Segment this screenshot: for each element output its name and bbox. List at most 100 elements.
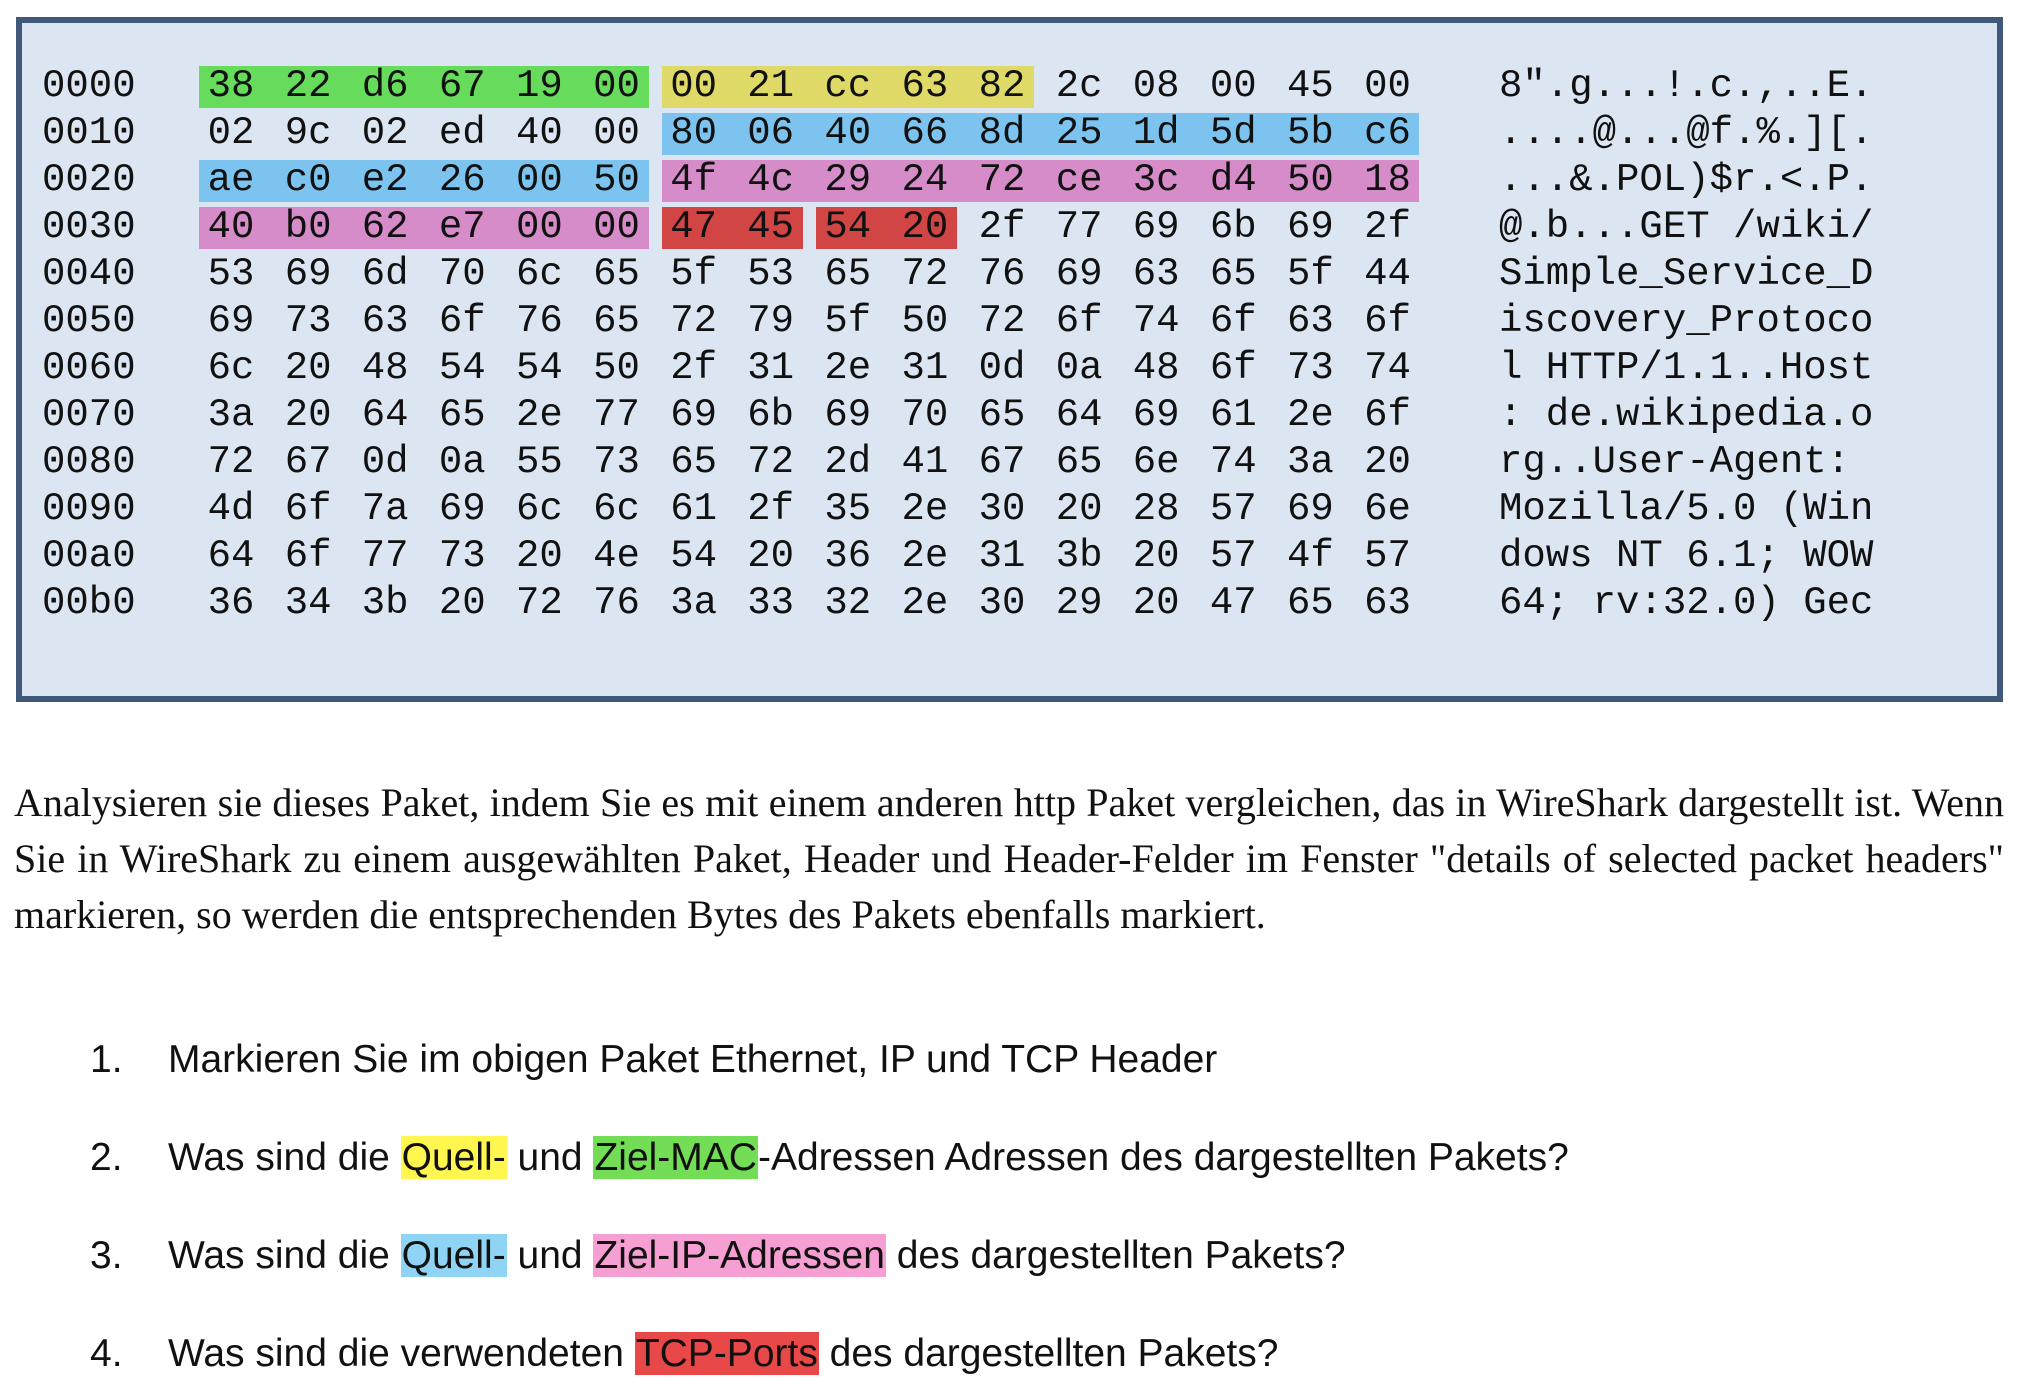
hex-byte: 2e xyxy=(901,487,949,531)
hex-byte: 2d xyxy=(824,440,872,484)
hex-byte: 69 xyxy=(1055,252,1103,296)
hex-byte: 6c xyxy=(593,487,640,531)
hex-byte: 2e xyxy=(901,534,949,578)
hex-dump-panel: 0000 38 22 d6 67 19 00 00 21 cc 63 82 2c 08 00 45 00 8".g… xyxy=(16,17,2003,702)
hex-byte: 65 xyxy=(670,440,717,484)
hex-byte: 6b xyxy=(747,393,795,437)
hex-byte: 69 xyxy=(1286,487,1334,531)
hex-ascii: iscovery_Protoco xyxy=(1499,299,1874,343)
question-text: Was sind die Quell- und Ziel-MAC-Adresse… xyxy=(168,1128,1569,1188)
hex-byte: 6c xyxy=(207,346,255,390)
highlighted-term-green: Ziel-MAC xyxy=(593,1136,758,1179)
hex-ascii: ...&.POL)$r.<.P. xyxy=(1499,158,1874,202)
hex-byte: 6f xyxy=(1209,299,1257,343)
hex-byte: 8d xyxy=(978,111,1026,155)
question-number: 3. xyxy=(90,1234,123,1277)
question-text-segment: des dargestellten Pakets? xyxy=(818,1332,1279,1375)
hex-byte: 3a xyxy=(207,393,255,437)
hex-byte: 69 xyxy=(1286,205,1334,249)
hex-byte: 36 xyxy=(207,581,255,625)
hex-byte: 63 xyxy=(1132,252,1180,296)
hex-byte: 40 xyxy=(824,111,872,155)
hex-offset: 0020 xyxy=(42,158,136,202)
hex-byte: 4c xyxy=(747,158,795,202)
hex-byte: 72 xyxy=(901,252,949,296)
hex-byte: 25 xyxy=(1055,111,1103,155)
hex-byte: 77 xyxy=(361,534,409,578)
hex-byte: 31 xyxy=(747,346,795,390)
hex-byte: 00 xyxy=(593,64,640,108)
hex-byte: 65 xyxy=(978,393,1026,437)
hex-byte: 35 xyxy=(824,487,872,531)
hex-byte: 6f xyxy=(438,299,486,343)
highlighted-term-pink: Ziel-IP-Adressen xyxy=(593,1234,886,1277)
hex-byte: 5d xyxy=(1209,111,1257,155)
hex-byte: 74 xyxy=(1209,440,1257,484)
hex-byte: 72 xyxy=(978,158,1026,202)
hex-byte: 80 xyxy=(670,111,717,155)
hex-byte: 41 xyxy=(901,440,949,484)
hex-byte: 2e xyxy=(515,393,563,437)
hex-byte: 48 xyxy=(361,346,409,390)
hex-byte: 2f xyxy=(670,346,717,390)
hex-ascii: : de.wikipedia.o xyxy=(1499,393,1874,437)
hex-byte: 18 xyxy=(1364,158,1411,202)
hex-byte: 20 xyxy=(1132,581,1180,625)
hex-byte: 20 xyxy=(284,346,332,390)
hex-byte: cc xyxy=(824,64,872,108)
hex-byte: 47 xyxy=(670,205,717,249)
hex-byte: 6f xyxy=(284,487,332,531)
hex-byte: 29 xyxy=(1055,581,1103,625)
hex-byte: 31 xyxy=(978,534,1026,578)
hex-byte: 61 xyxy=(1209,393,1257,437)
hex-byte: 44 xyxy=(1364,252,1411,296)
hex-byte: 54 xyxy=(515,346,563,390)
hex-byte: 22 xyxy=(284,64,332,108)
question-number: 1. xyxy=(90,1038,123,1081)
hex-byte: 54 xyxy=(438,346,486,390)
question-text: Markieren Sie im obigen Paket Ethernet, … xyxy=(168,1030,1217,1090)
hex-byte: 4d xyxy=(207,487,255,531)
hex-byte: 2f xyxy=(978,205,1026,249)
hex-byte: 64 xyxy=(207,534,255,578)
hex-byte: 69 xyxy=(438,487,486,531)
question-text-segment: Was sind die xyxy=(168,1234,401,1277)
hex-byte: 67 xyxy=(284,440,332,484)
hex-byte: 72 xyxy=(515,581,563,625)
hex-byte: 33 xyxy=(747,581,795,625)
hex-byte: 00 xyxy=(593,111,640,155)
highlighted-term-blue: Quell- xyxy=(400,1234,507,1277)
hex-offset: 0080 xyxy=(42,440,136,484)
hex-byte: 5f xyxy=(824,299,872,343)
hex-byte: 69 xyxy=(1132,205,1180,249)
hex-byte: 5b xyxy=(1286,111,1334,155)
hex-byte: 45 xyxy=(1286,64,1334,108)
hex-offset: 0070 xyxy=(42,393,136,437)
hex-byte: 65 xyxy=(824,252,872,296)
hex-byte: 31 xyxy=(901,346,949,390)
hex-byte: ed xyxy=(438,111,486,155)
hex-byte: 21 xyxy=(747,64,795,108)
hex-byte: 4f xyxy=(1286,534,1334,578)
hex-byte: 00 xyxy=(515,158,563,202)
hex-byte: 38 xyxy=(207,64,255,108)
hex-byte: 00 xyxy=(515,205,563,249)
hex-byte: d6 xyxy=(361,64,409,108)
hex-byte: 5f xyxy=(670,252,717,296)
hex-byte: 72 xyxy=(747,440,795,484)
description-paragraph: Analysieren sie dieses Paket, indem Sie … xyxy=(14,780,2004,937)
hex-byte: 72 xyxy=(670,299,717,343)
hex-byte: 69 xyxy=(824,393,872,437)
hex-byte: 3a xyxy=(670,581,717,625)
hex-byte: ce xyxy=(1055,158,1103,202)
hex-byte: 30 xyxy=(978,581,1026,625)
question-text-segment: und xyxy=(506,1136,594,1179)
hex-ascii: Simple_Service_D xyxy=(1499,252,1874,296)
hex-byte: 65 xyxy=(438,393,486,437)
hex-byte: 54 xyxy=(670,534,717,578)
hex-ascii: l HTTP/1.1..Host xyxy=(1499,346,1874,390)
hex-offset: 0040 xyxy=(42,252,136,296)
hex-byte: 2c xyxy=(1055,64,1103,108)
hex-byte: 20 xyxy=(1055,487,1103,531)
hex-byte: 6c xyxy=(515,252,563,296)
